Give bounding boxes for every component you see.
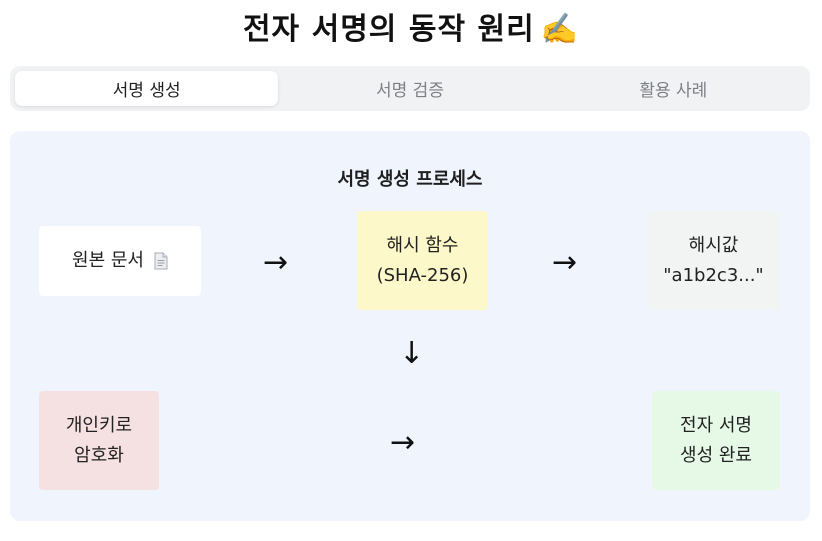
encrypt-label-line2: 암호화 (74, 444, 124, 466)
arrow-down-icon: ↓ (399, 336, 425, 371)
private-key-encrypt-box: 개인키로 암호화 (39, 391, 159, 490)
arrow-right-icon: → (552, 245, 578, 280)
encrypt-label-line1: 개인키로 (65, 414, 133, 436)
writing-hand-icon: ✍️ (540, 12, 580, 47)
original-document-label: 원본 문서 (72, 250, 144, 271)
complete-label-line1: 전자 서명 (680, 414, 752, 436)
tab-signature-creation[interactable]: 서명 생성 (15, 71, 279, 106)
tab-signature-verification[interactable]: 서명 검증 (278, 71, 541, 106)
page: 전자 서명의 동작 원리 ✍️ 서명 생성 서명 검증 활용 사례 서명 생성 프… (0, 0, 822, 541)
tab-use-cases[interactable]: 활용 사례 (542, 71, 805, 106)
hash-function-box: 해시 함수 (SHA-256) (357, 211, 488, 310)
hash-value-box: 해시값 "a1b2c3..." (647, 211, 780, 310)
process-panel: 서명 생성 프로세스 원본 문서 → 해시 함수 (SHA-256) → 해시값… (10, 131, 810, 521)
signature-complete-box: 전자 서명 생성 완료 (652, 391, 780, 490)
complete-label-line2: 생성 완료 (680, 444, 752, 466)
page-title-text: 전자 서명의 동작 원리 (242, 12, 535, 47)
hash-algorithm-label: (SHA-256) (376, 264, 469, 286)
hash-value-example: "a1b2c3..." (663, 264, 764, 286)
hash-function-label: 해시 함수 (386, 234, 459, 256)
tab-bar: 서명 생성 서명 검증 활용 사례 (10, 66, 810, 111)
process-title: 서명 생성 프로세스 (337, 169, 483, 190)
arrow-right-icon: → (263, 245, 289, 280)
page-title: 전자 서명의 동작 원리 ✍️ (0, 4, 822, 48)
arrow-right-icon: → (390, 425, 416, 460)
hash-value-label: 해시값 (688, 234, 739, 256)
document-icon (154, 252, 168, 270)
original-document-box: 원본 문서 (39, 226, 201, 296)
